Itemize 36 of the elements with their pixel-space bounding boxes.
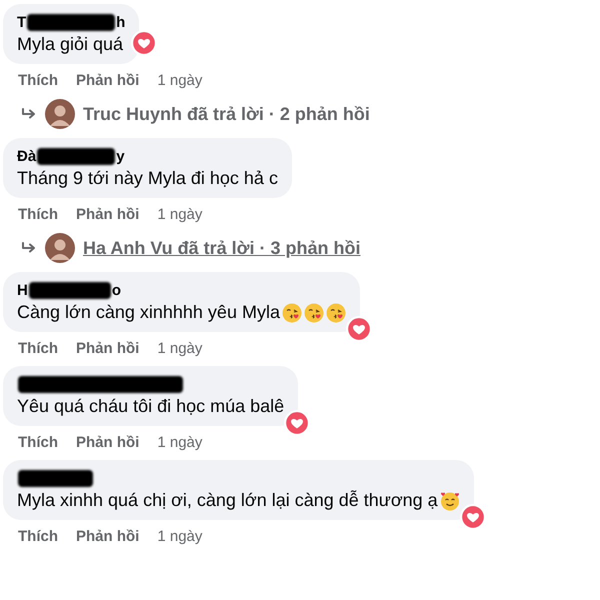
commenter-name[interactable]: Đà bbox=[17, 148, 36, 164]
love-reaction-icon[interactable] bbox=[131, 30, 158, 56]
like-link[interactable]: Thích bbox=[18, 528, 58, 545]
timestamp: 1 ngày bbox=[157, 528, 202, 545]
commenter-name[interactable]: y bbox=[116, 148, 125, 164]
love-reaction-icon[interactable] bbox=[284, 410, 310, 436]
comment-text: Yêu quá cháu tôi đi học múa balê bbox=[17, 396, 284, 417]
comment-text: Càng lớn càng xinhhhh yêu Myla bbox=[17, 302, 280, 323]
reply-link[interactable]: Phản hồi bbox=[76, 340, 140, 357]
reply-link[interactable]: Phản hồi bbox=[76, 528, 140, 545]
avatar-icon bbox=[45, 99, 75, 129]
reply-arrow-icon bbox=[21, 242, 37, 254]
commenter-name[interactable]: h bbox=[116, 14, 126, 30]
timestamp: 1 ngày bbox=[157, 72, 202, 89]
like-link[interactable]: Thích bbox=[18, 72, 58, 89]
love-reaction-icon[interactable] bbox=[460, 504, 486, 530]
timestamp: 1 ngày bbox=[157, 434, 202, 451]
commenter-name[interactable]: H bbox=[17, 282, 28, 298]
love-reaction-icon[interactable] bbox=[346, 316, 372, 342]
avatar-icon bbox=[45, 233, 75, 263]
view-replies-link[interactable]: Ha Anh Vu đã trả lời · 3 phản hồi bbox=[83, 238, 360, 258]
reply-link[interactable]: Phản hồi bbox=[76, 72, 140, 89]
timestamp: 1 ngày bbox=[157, 340, 202, 357]
commenter-name[interactable]: T bbox=[17, 14, 26, 30]
like-link[interactable]: Thích bbox=[18, 206, 58, 223]
reply-arrow-icon bbox=[21, 108, 37, 120]
comment-text: Myla giỏi quá bbox=[17, 34, 124, 55]
like-link[interactable]: Thích bbox=[18, 434, 58, 451]
reply-link[interactable]: Phản hồi bbox=[76, 434, 140, 451]
view-replies-link[interactable]: Truc Huynh đã trả lời · 2 phản hồi bbox=[83, 104, 370, 124]
commenter-name[interactable]: o bbox=[112, 282, 122, 298]
comment-text: Myla xinhh quá chị ơi, càng lớn lại càng dễ thương ạ bbox=[17, 490, 438, 511]
timestamp: 1 ngày bbox=[157, 206, 202, 223]
comment-text: Tháng 9 tới này Myla đi học hả c bbox=[17, 168, 278, 189]
like-link[interactable]: Thích bbox=[18, 340, 58, 357]
reply-link[interactable]: Phản hồi bbox=[76, 206, 140, 223]
